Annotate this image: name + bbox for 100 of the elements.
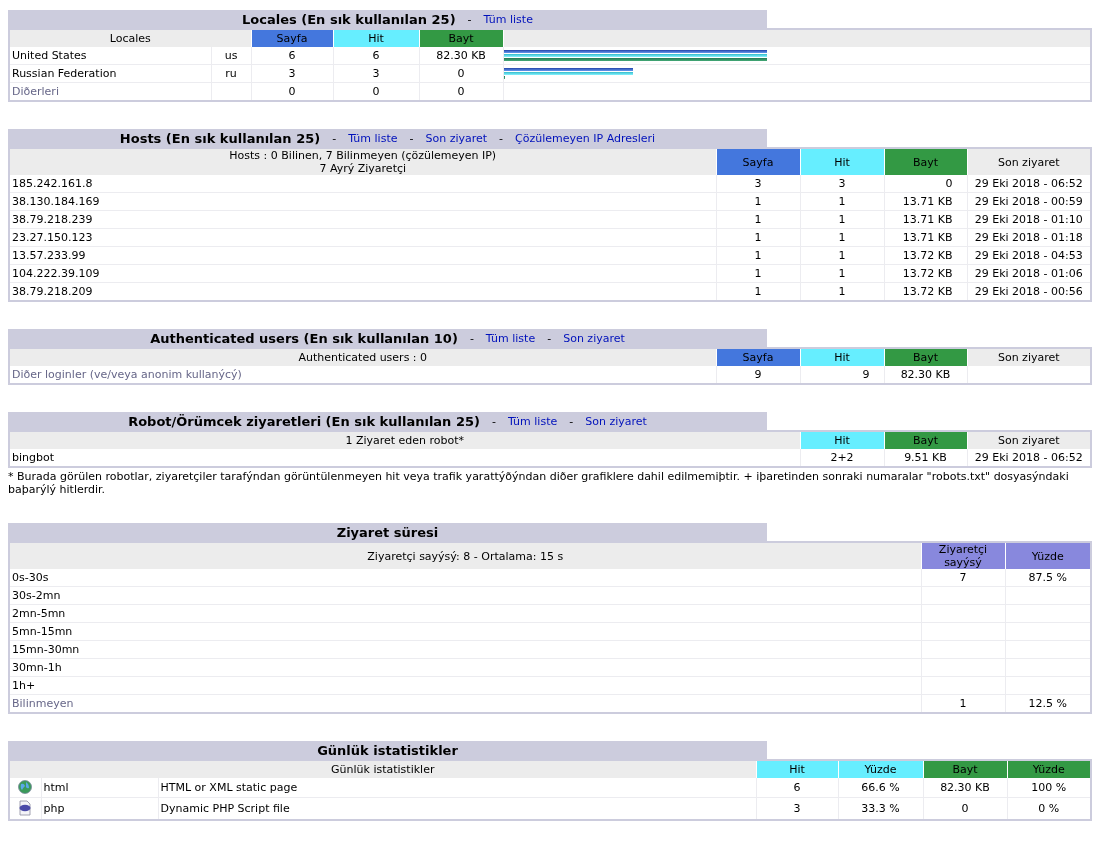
column-header: Ziyaretçi sayýsý: 8 - Ortalama: 15 s [9,542,921,569]
table-cell: php [41,797,158,820]
table-cell: 0 [333,82,419,101]
separator-text: - [469,331,474,345]
separator-text: - [491,414,496,428]
section-link[interactable]: Son ziyaret [425,131,488,145]
column-header: Hit [756,760,838,778]
table-cell: 9.51 KB [884,449,967,467]
table-cell: 1 [716,282,800,301]
column-header: Ziyaretçi sayýsý [921,542,1005,569]
column-header: Bayt [419,29,503,47]
column-header: Yüzde [1005,542,1091,569]
table-cell: 29 Eki 2018 - 00:56 [967,282,1091,301]
table-cell: 1 [716,210,800,229]
table-cell: bingbot [9,449,800,467]
column-header: Son ziyaret [967,348,1091,366]
column-header: Sayfa [716,348,800,366]
table-cell: 13.72 KB [884,246,967,265]
table-cell: 66.6 % [838,778,923,798]
table-cell: 30mn-1h [9,658,921,677]
table-cell: 2+2 [800,449,884,467]
table-cell: 3 [333,64,419,83]
table-cell: 29 Eki 2018 - 01:18 [967,228,1091,247]
table-cell: 3 [716,175,800,193]
script-file-icon [17,800,34,816]
section-title: Authenticated users (En sık kullanılan 10) [150,330,458,346]
table-cell: 33.3 % [838,797,923,820]
section-link[interactable]: Tüm liste [485,331,536,345]
separator-text: - [499,131,504,145]
table-cell: 82.30 KB [419,47,503,65]
column-header: Son ziyaret [967,148,1091,175]
table-cell: 0 [251,82,333,101]
table-cell: 30s-2mn [9,586,921,605]
table-cell: 6 [251,47,333,65]
table-cell: 38.79.218.209 [9,282,716,301]
section-link[interactable]: Son ziyaret [563,331,625,345]
table-cell: 13.71 KB [884,210,967,229]
table-cell: 82.30 KB [923,778,1007,798]
table-cell: 29 Eki 2018 - 06:52 [967,175,1091,193]
column-header: Sayfa [251,29,333,47]
column-header: Locales [9,29,251,47]
section-title: Robot/Örümcek ziyaretleri (En sık kullanılan 25) [128,413,480,429]
column-header: Hit [800,148,884,175]
table-cell: 0s-30s [9,569,921,587]
column-header: Son ziyaret [967,431,1091,449]
column-header: Bayt [884,348,967,366]
table-cell: 0 [419,64,503,83]
table-cell: 29 Eki 2018 - 01:06 [967,264,1091,283]
table-cell: 3 [800,175,884,193]
table-cell: us [211,47,251,65]
table-cell: 1 [800,228,884,247]
table-cell: 1 [716,246,800,265]
table-cell: 13.71 KB [884,228,967,247]
footnote: * Burada görülen robotlar, ziyaretçiler tarafýndan görüntülenmeyen hit veya trafik yarattýðýndan diðer grafiklere dahil edilmemiþtir. + iþaretinden sonraki numaralar "robots.txt" dosyasýndaki baþarýlý hitlerdir. [8,469,1070,496]
table-cell: 185.242.161.8 [9,175,716,193]
table-cell: 29 Eki 2018 - 00:59 [967,192,1091,211]
section-link[interactable]: Tüm liste [483,12,533,26]
table-cell: 7 [921,569,1005,587]
section-title: Hosts (En sık kullanılan 25) [119,130,321,146]
table-cell: 1 [800,192,884,211]
table-cell: Bilinmeyen [9,694,921,713]
separator-text: - [569,414,574,428]
table-cell: 6 [333,47,419,65]
table-cell: 9 [800,366,884,384]
table-cell: 23.27.150.123 [9,228,716,247]
globe-icon [18,780,33,794]
section-link[interactable]: Çözülemeyen IP Adresleri [515,131,656,145]
table-cell: 9 [716,366,800,384]
table-cell: 29 Eki 2018 - 01:10 [967,210,1091,229]
table-cell: 3 [756,797,838,820]
section-title: Günlük istatistikler [317,742,458,758]
table-cell: 15mn-30mn [9,640,921,659]
table-cell: 0 [884,175,967,193]
table-cell: 0 [419,82,503,101]
table-cell: HTML or XML static page [158,778,756,798]
table-cell: 29 Eki 2018 - 06:52 [967,449,1091,467]
table-cell: Russian Federation [9,64,211,83]
section-link[interactable]: Tüm liste [507,414,558,428]
column-header: 1 Ziyaret eden robot* [9,431,800,449]
table-cell: 1h+ [9,676,921,695]
table-cell: html [41,778,158,798]
section-link[interactable]: Tüm liste [348,131,398,145]
separator-text: - [409,131,414,145]
table-cell: 5mn-15mn [9,622,921,641]
table-cell: 1 [716,228,800,247]
section-title: Ziyaret süresi [336,524,439,540]
column-header: Günlük istatistikler [9,760,756,778]
table-cell: 38.130.184.169 [9,192,716,211]
table-cell: 3 [251,64,333,83]
column-header: Hit [333,29,419,47]
header-text: 7 Ayrý Ziyaretçi [318,162,408,175]
column-header: Hit [800,348,884,366]
table-cell: 2mn-5mn [9,604,921,623]
table-cell: 29 Eki 2018 - 04:53 [967,246,1091,265]
section-link[interactable]: Son ziyaret [585,414,647,428]
table-cell: 100 % [1007,778,1091,798]
column-header: Bayt [923,760,1007,778]
table-cell: 13.71 KB [884,192,967,211]
table-cell: United States [9,47,211,65]
table-cell: 13.72 KB [884,264,967,283]
